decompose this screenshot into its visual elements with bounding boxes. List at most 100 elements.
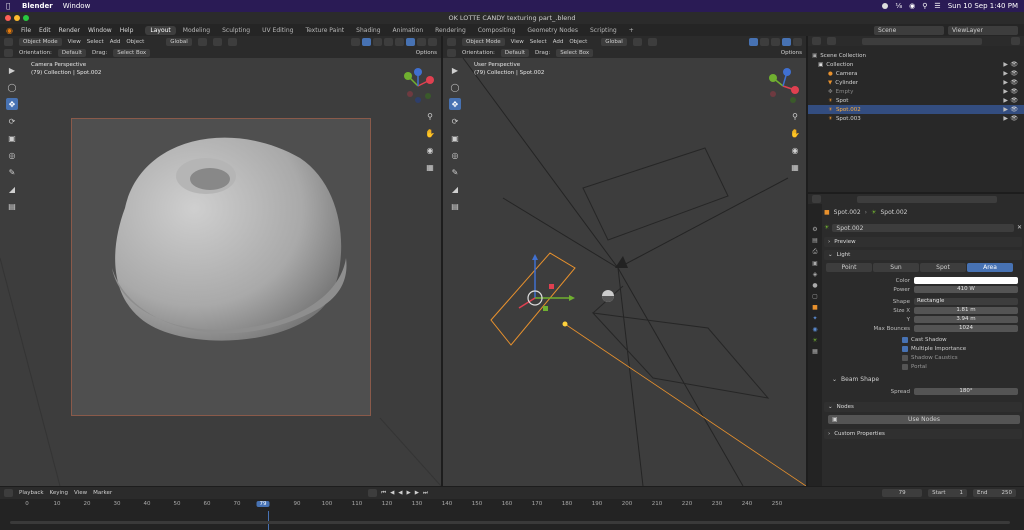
macos-app-name[interactable]: Blender bbox=[22, 2, 53, 10]
menu-help[interactable]: Help bbox=[120, 27, 134, 34]
tab-sculpting[interactable]: Sculpting bbox=[217, 26, 255, 35]
beam-shape-subpanel[interactable]: ⌄ Beam Shape bbox=[824, 375, 1022, 384]
select-tool-icon[interactable]: ▶ bbox=[6, 64, 18, 76]
timeline-menu-marker[interactable]: Marker bbox=[93, 490, 112, 496]
right-scale-tool-icon[interactable]: ▣ bbox=[449, 132, 461, 144]
scale-tool-icon[interactable]: ▣ bbox=[6, 132, 18, 144]
right-shading-wire-icon[interactable] bbox=[771, 38, 780, 46]
right-add-cube-tool-icon[interactable]: ▤ bbox=[449, 200, 461, 212]
view-layer-selector[interactable]: ViewLayer bbox=[948, 25, 1018, 35]
camera-select-icon[interactable]: ▶ bbox=[1003, 70, 1008, 77]
cast-shadow-checkbox[interactable] bbox=[902, 336, 908, 343]
tab-modeling[interactable]: Modeling bbox=[178, 26, 215, 35]
transform-tool-icon[interactable]: ◎ bbox=[6, 149, 18, 161]
left-drag-dropdown[interactable]: Select Box bbox=[113, 49, 151, 57]
blender-logo-icon[interactable]: ◉ bbox=[6, 26, 13, 35]
cursor-tool-icon[interactable]: ◯ bbox=[6, 81, 18, 93]
custom-properties-header[interactable]: › Custom Properties bbox=[824, 429, 1022, 439]
spot002-select-icon[interactable]: ▶ bbox=[1003, 106, 1008, 113]
prev-key-icon[interactable]: ◀ bbox=[390, 490, 394, 496]
shading-rendered-icon[interactable] bbox=[428, 38, 437, 46]
datablock-unlink-icon[interactable]: ✕ bbox=[1017, 224, 1022, 231]
tab-shading[interactable]: Shading bbox=[351, 26, 385, 35]
right-overlay-toggle-icon[interactable] bbox=[760, 38, 769, 46]
tool-tab-icon[interactable]: ⚙ bbox=[812, 226, 817, 233]
right-snap-icon[interactable] bbox=[647, 38, 657, 46]
physics-tab-icon[interactable]: ◉ bbox=[812, 326, 817, 333]
light-type-point[interactable]: Point bbox=[826, 263, 872, 272]
properties-editor-icon[interactable] bbox=[812, 195, 821, 203]
right-options-button[interactable]: Options bbox=[781, 50, 802, 56]
close-window-icon[interactable] bbox=[5, 15, 11, 21]
outliner-item-spot-003[interactable]: ☀ Spot.003 ▶ 👁 bbox=[808, 114, 1024, 123]
status-icon[interactable] bbox=[882, 3, 889, 9]
outliner-item-spot[interactable]: ☀ Spot ▶ 👁 bbox=[808, 96, 1024, 105]
timeline-menu-playback[interactable]: Playback bbox=[19, 490, 44, 496]
size-y-field[interactable]: 3.94 m bbox=[914, 316, 1018, 323]
outliner-editor-icon[interactable] bbox=[812, 37, 821, 45]
control-center-icon[interactable]: ☰ bbox=[934, 2, 940, 10]
outliner-collection[interactable]: ▣ Collection ▶ 👁 bbox=[808, 60, 1024, 69]
spot002-eye-icon[interactable]: 👁 bbox=[1010, 106, 1018, 113]
right-orientation-dropdown[interactable]: Default bbox=[500, 49, 530, 57]
light-type-spot[interactable]: Spot bbox=[920, 263, 966, 272]
timeline-scrubber[interactable]: 0 10 20 30 40 50 60 70 79 90 100 110 120 130 140 150 160… bbox=[0, 499, 1024, 530]
shading-solid-icon[interactable] bbox=[406, 38, 415, 46]
tab-scripting[interactable]: Scripting bbox=[585, 26, 622, 35]
scene-tab-icon[interactable]: ◈ bbox=[813, 271, 818, 278]
play-reverse-icon[interactable]: ◀ bbox=[398, 490, 402, 496]
right-measure-tool-icon[interactable]: ◢ bbox=[449, 183, 461, 195]
texture-tab-icon[interactable]: ▦ bbox=[812, 348, 818, 355]
shading-wire-icon[interactable] bbox=[395, 38, 404, 46]
next-key-icon[interactable]: ▶ bbox=[415, 490, 419, 496]
tab-animation[interactable]: Animation bbox=[388, 26, 429, 35]
right-select-tool-icon[interactable]: ▶ bbox=[449, 64, 461, 76]
timeline-menu-keying[interactable]: Keying bbox=[50, 490, 68, 496]
overlay-toggle-icon[interactable] bbox=[373, 38, 382, 46]
tab-uv-editing[interactable]: UV Editing bbox=[257, 26, 298, 35]
zoom-window-icon[interactable] bbox=[23, 15, 29, 21]
outliner-item-camera[interactable]: ● Camera ▶ 👁 bbox=[808, 69, 1024, 78]
add-cube-tool-icon[interactable]: ▤ bbox=[6, 200, 18, 212]
left-orientation-dropdown[interactable]: Default bbox=[57, 49, 87, 57]
menu-window[interactable]: Window bbox=[88, 27, 112, 34]
render-tab-icon[interactable]: ▤ bbox=[812, 237, 818, 244]
move-tool-icon[interactable]: ✥ bbox=[6, 98, 18, 110]
macos-menu-window[interactable]: Window bbox=[63, 2, 91, 10]
outliner-filter-icon[interactable] bbox=[827, 37, 836, 45]
preview-panel-header[interactable]: › Preview bbox=[824, 237, 1022, 247]
jump-end-icon[interactable]: ⏭ bbox=[423, 490, 428, 497]
tab-layout[interactable]: Layout bbox=[145, 25, 176, 35]
spot-select-icon[interactable]: ▶ bbox=[1003, 97, 1008, 104]
left-menu-select[interactable]: Select bbox=[87, 39, 104, 45]
menu-render[interactable]: Render bbox=[59, 27, 80, 34]
use-nodes-button[interactable]: ▣ Use Nodes bbox=[828, 415, 1020, 424]
object-tab-icon[interactable]: ■ bbox=[812, 304, 818, 311]
ortho-toggle-icon[interactable]: ▦ bbox=[424, 161, 436, 173]
outliner-scene-collection[interactable]: ▣ Scene Collection bbox=[808, 51, 1024, 60]
light-panel-header[interactable]: ⌄ Light bbox=[824, 250, 1022, 260]
collection-tab-icon[interactable]: ▢ bbox=[812, 293, 818, 300]
left-menu-view[interactable]: View bbox=[68, 39, 81, 45]
right-menu-select[interactable]: Select bbox=[530, 39, 547, 45]
right-mode-dropdown[interactable]: Object Mode bbox=[462, 38, 505, 46]
outliner-item-empty[interactable]: ✥ Empty ▶ 👁 bbox=[808, 87, 1024, 96]
snap-icon[interactable] bbox=[212, 38, 222, 46]
tab-texture-paint[interactable]: Texture Paint bbox=[300, 26, 349, 35]
xray-icon[interactable] bbox=[384, 38, 393, 46]
empty-eye-icon[interactable]: 👁 bbox=[1010, 88, 1018, 95]
view-layer-tab-icon[interactable]: ▣ bbox=[812, 260, 818, 267]
light-type-sun[interactable]: Sun bbox=[873, 263, 919, 272]
menu-edit[interactable]: Edit bbox=[39, 27, 51, 34]
pivot-icon[interactable] bbox=[197, 38, 207, 46]
light-type-area[interactable]: Area bbox=[967, 263, 1013, 272]
apple-icon[interactable]:  bbox=[6, 2, 14, 10]
properties-search-input[interactable] bbox=[857, 195, 997, 203]
right-pivot-icon[interactable] bbox=[632, 38, 642, 46]
outliner-search-input[interactable] bbox=[862, 37, 982, 45]
spot-eye-icon[interactable]: 👁 bbox=[1010, 97, 1018, 104]
play-icon[interactable]: ▶ bbox=[407, 490, 411, 496]
tab-compositing[interactable]: Compositing bbox=[473, 26, 521, 35]
left-mode-dropdown[interactable]: Object Mode bbox=[19, 38, 62, 46]
tab-rendering[interactable]: Rendering bbox=[430, 26, 471, 35]
